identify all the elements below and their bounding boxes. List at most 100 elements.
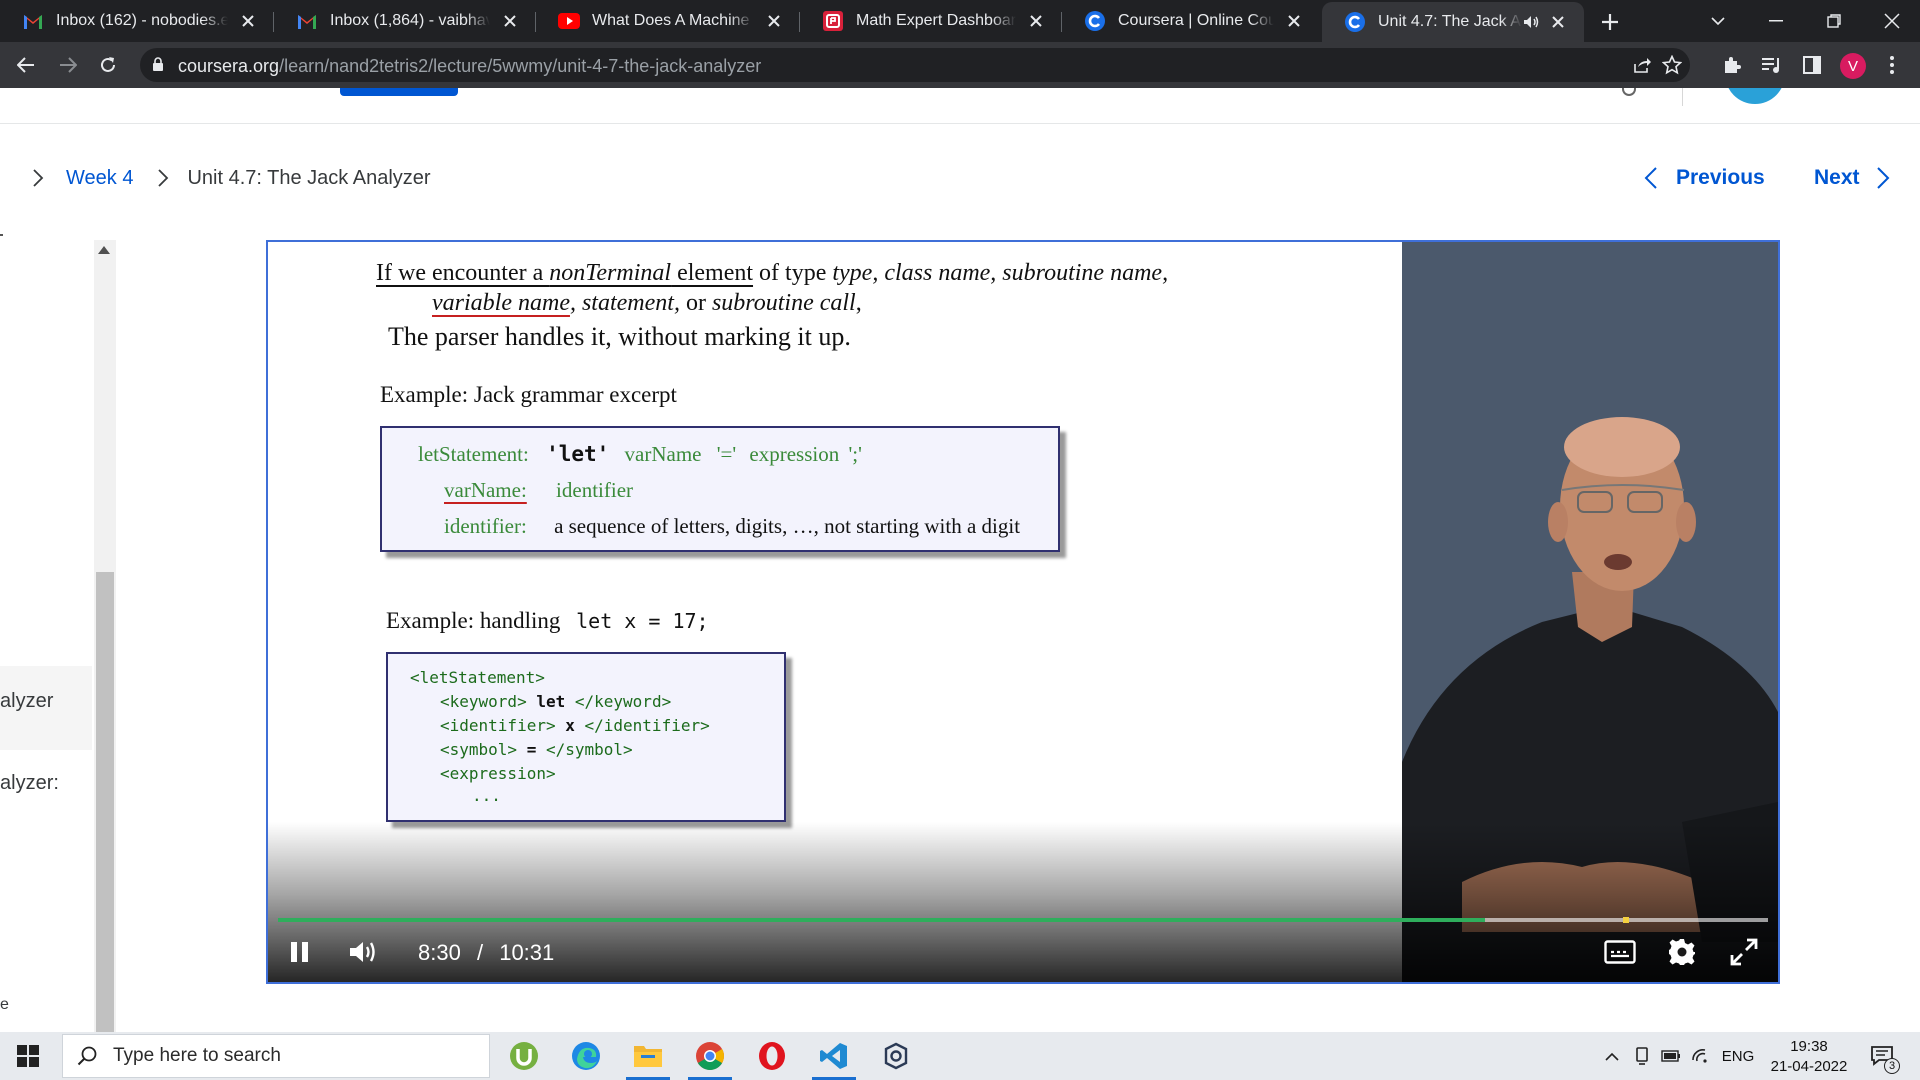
taskbar-app-vscode[interactable] bbox=[806, 1032, 862, 1080]
taskbar-app-opera[interactable] bbox=[744, 1032, 800, 1080]
xml-value: x bbox=[555, 716, 585, 735]
taskbar-app-chrome[interactable] bbox=[682, 1032, 738, 1080]
taskbar-search-box[interactable]: Type here to search bbox=[62, 1034, 490, 1078]
xml-tag: </keyword> bbox=[574, 692, 672, 711]
video-progress-bar[interactable] bbox=[278, 917, 1768, 923]
slide-text: element bbox=[671, 260, 754, 286]
url-text: coursera.org/learn/nand2tetris2/lecture/… bbox=[178, 56, 761, 77]
minimize-button[interactable] bbox=[1748, 0, 1804, 42]
previous-button[interactable]: Previous bbox=[1644, 164, 1765, 192]
xml-line: <keyword> let </keyword> bbox=[440, 692, 671, 711]
scroll-up-arrow-icon[interactable] bbox=[98, 246, 110, 254]
next-button[interactable]: Next bbox=[1814, 164, 1890, 192]
grammar-token: 'let' bbox=[546, 442, 610, 466]
fullscreen-button[interactable] bbox=[1724, 934, 1764, 970]
captions-button[interactable] bbox=[1600, 934, 1640, 970]
tab-youtube[interactable]: What Does A Machine Learning bbox=[536, 0, 800, 42]
sidebar-item[interactable]: alyzer: bbox=[0, 768, 59, 795]
xml-value: = bbox=[517, 740, 546, 759]
tab-close-icon[interactable] bbox=[1282, 9, 1306, 33]
sidebar-item[interactable]: e bbox=[0, 996, 9, 1014]
slide-text: , bbox=[855, 290, 862, 316]
sidebar-scrollbar[interactable] bbox=[94, 240, 116, 1032]
tab-close-icon[interactable] bbox=[498, 9, 522, 33]
grammar-token: '=' bbox=[716, 442, 737, 466]
start-button[interactable] bbox=[0, 1032, 56, 1080]
slide-example-1-title: Example: Jack grammar excerpt bbox=[380, 382, 677, 407]
extensions-icon[interactable] bbox=[1720, 53, 1744, 77]
taskbar-app-file-explorer[interactable] bbox=[620, 1032, 676, 1080]
browser-toolbar: coursera.org/learn/nand2tetris2/lecture/… bbox=[0, 42, 1920, 88]
tray-device-icon[interactable] bbox=[1630, 1032, 1654, 1080]
address-bar[interactable]: coursera.org/learn/nand2tetris2/lecture/… bbox=[140, 48, 1690, 82]
utorrent-icon bbox=[510, 1042, 538, 1070]
tab-title: Inbox (1,864) - vaibhav.8jun bbox=[330, 12, 490, 29]
taskbar-app-settings[interactable] bbox=[868, 1032, 924, 1080]
clock-time: 19:38 bbox=[1790, 1038, 1828, 1055]
reload-button[interactable] bbox=[92, 49, 124, 81]
scrollbar-thumb[interactable] bbox=[96, 572, 114, 1032]
tab-gmail-1[interactable]: Inbox (162) - nobodies.email bbox=[0, 0, 274, 42]
time-separator: / bbox=[476, 940, 484, 965]
language-indicator[interactable]: ENG bbox=[1718, 1032, 1758, 1080]
progress-marker[interactable] bbox=[1623, 917, 1630, 923]
sidebar-item-label: e bbox=[0, 996, 9, 1013]
tab-close-icon[interactable] bbox=[236, 9, 260, 33]
slide-text-variable-name: variable name bbox=[432, 290, 570, 316]
close-window-button[interactable] bbox=[1864, 0, 1920, 42]
user-avatar[interactable] bbox=[1725, 88, 1785, 104]
tab-gmail-2[interactable]: Inbox (1,864) - vaibhav.8jun bbox=[274, 0, 536, 42]
grammar-token: identifier bbox=[556, 478, 634, 502]
url-host: coursera.org bbox=[178, 56, 280, 76]
taskbar-clock[interactable]: 19:38 21-04-2022 bbox=[1764, 1037, 1854, 1077]
new-tab-button[interactable] bbox=[1596, 8, 1624, 36]
chrome-icon bbox=[696, 1042, 724, 1070]
grammar-token: varName bbox=[624, 442, 702, 466]
video-player[interactable]: If we encounter a nonTerminal element of… bbox=[266, 240, 1780, 984]
breadcrumb-current: Unit 4.7: The Jack Analyzer bbox=[187, 166, 431, 189]
tab-jack-analyzer[interactable]: Unit 4.7: The Jack Analyzer bbox=[1322, 2, 1584, 42]
audio-playing-icon[interactable] bbox=[1522, 12, 1542, 32]
grammar-token: expression bbox=[749, 442, 840, 466]
tab-search-chevron-icon[interactable] bbox=[1690, 0, 1746, 42]
tab-close-icon[interactable] bbox=[1024, 9, 1048, 33]
volume-button[interactable] bbox=[344, 934, 384, 970]
windows-logo-icon bbox=[17, 1045, 39, 1067]
side-panel-icon[interactable] bbox=[1800, 53, 1824, 77]
sidebar-item-selected[interactable]: alyzer bbox=[0, 666, 92, 750]
taskbar-app-edge[interactable] bbox=[558, 1032, 614, 1080]
tab-close-icon[interactable] bbox=[1546, 10, 1570, 34]
taskbar-app-utorrent[interactable] bbox=[496, 1032, 552, 1080]
breadcrumb-week-link[interactable]: Week 4 bbox=[66, 167, 133, 190]
share-icon[interactable] bbox=[1630, 53, 1654, 77]
notification-icon[interactable] bbox=[1622, 88, 1636, 96]
wifi-icon[interactable] bbox=[1688, 1032, 1714, 1080]
tab-strip: Inbox (162) - nobodies.email Inbox (1,86… bbox=[0, 0, 1920, 42]
lock-icon bbox=[152, 57, 164, 77]
windows-taskbar: Type here to search ENG 19:38 21-04-2022 bbox=[0, 1032, 1920, 1080]
back-button[interactable] bbox=[10, 49, 42, 81]
current-time: 8:30 bbox=[418, 940, 461, 965]
media-control-icon[interactable] bbox=[1760, 53, 1784, 77]
pause-button[interactable] bbox=[282, 934, 318, 970]
tab-math-dashboard[interactable]: Math Expert Dashboard bbox=[800, 0, 1062, 42]
forward-button[interactable] bbox=[52, 49, 84, 81]
restore-button[interactable] bbox=[1806, 0, 1862, 42]
xml-line: <letStatement> bbox=[410, 668, 545, 687]
header-action-button[interactable] bbox=[340, 88, 458, 96]
video-time: 8:30 / 10:31 bbox=[418, 940, 554, 966]
tab-close-icon[interactable] bbox=[762, 9, 786, 33]
chevron-right-icon bbox=[151, 166, 175, 190]
bookmark-star-icon[interactable] bbox=[1660, 53, 1684, 77]
grammar-token: ';' bbox=[848, 442, 862, 466]
settings-button[interactable] bbox=[1662, 934, 1702, 970]
slide-code: let x = 17; bbox=[576, 609, 709, 633]
tray-expand-chevron-icon[interactable] bbox=[1600, 1032, 1624, 1080]
chrome-menu-icon[interactable] bbox=[1880, 53, 1904, 77]
tab-coursera-home[interactable]: Coursera | Online Courses & Credentials bbox=[1062, 0, 1320, 42]
profile-avatar[interactable]: V bbox=[1840, 53, 1866, 79]
tab-title: Math Expert Dashboard bbox=[856, 12, 1016, 29]
battery-icon[interactable] bbox=[1658, 1032, 1684, 1080]
slide-example-2-title: Example: handling let x = 17; bbox=[386, 608, 709, 634]
notifications-button[interactable]: 3 bbox=[1862, 1032, 1902, 1080]
